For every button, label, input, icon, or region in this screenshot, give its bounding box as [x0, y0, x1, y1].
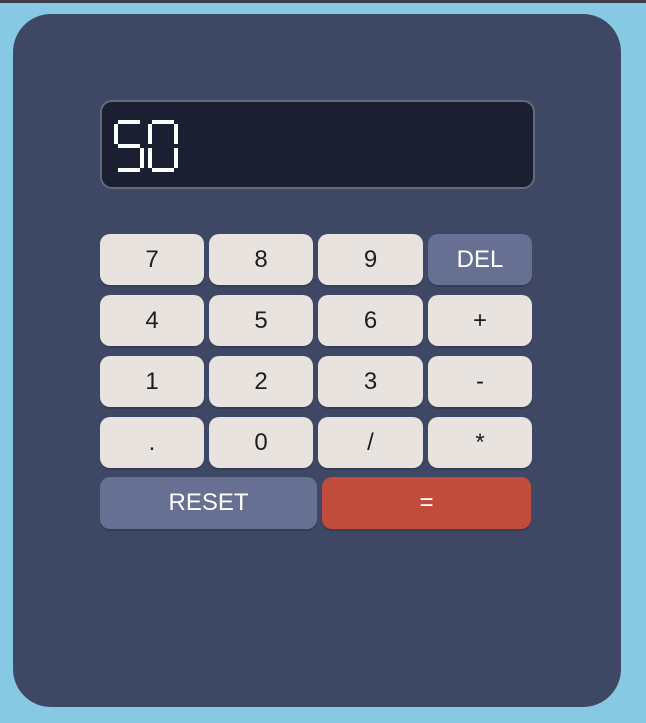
key-2[interactable]: 2	[209, 356, 313, 407]
key-3[interactable]: 3	[318, 356, 423, 407]
divide-button[interactable]: /	[318, 417, 423, 468]
key-7[interactable]: 7	[100, 234, 204, 285]
calculator: 50 7 8 9 DEL 4 5 6 + 1 2 3 - . 0 / * RES…	[13, 14, 621, 707]
display-digits: 50	[114, 120, 178, 172]
decimal-point-button[interactable]: .	[100, 417, 204, 468]
delete-button[interactable]: DEL	[428, 234, 532, 285]
key-9[interactable]: 9	[318, 234, 423, 285]
key-4[interactable]: 4	[100, 295, 204, 346]
multiply-button[interactable]: *	[428, 417, 532, 468]
equals-button[interactable]: =	[322, 477, 531, 529]
key-5[interactable]: 5	[209, 295, 313, 346]
window-top-edge	[0, 0, 646, 3]
calculator-display: 50	[100, 100, 535, 189]
display-value: 50	[116, 161, 118, 163]
key-1[interactable]: 1	[100, 356, 204, 407]
reset-button[interactable]: RESET	[100, 477, 317, 529]
key-8[interactable]: 8	[209, 234, 313, 285]
subtract-button[interactable]: -	[428, 356, 532, 407]
key-6[interactable]: 6	[318, 295, 423, 346]
add-button[interactable]: +	[428, 295, 532, 346]
key-0[interactable]: 0	[209, 417, 313, 468]
